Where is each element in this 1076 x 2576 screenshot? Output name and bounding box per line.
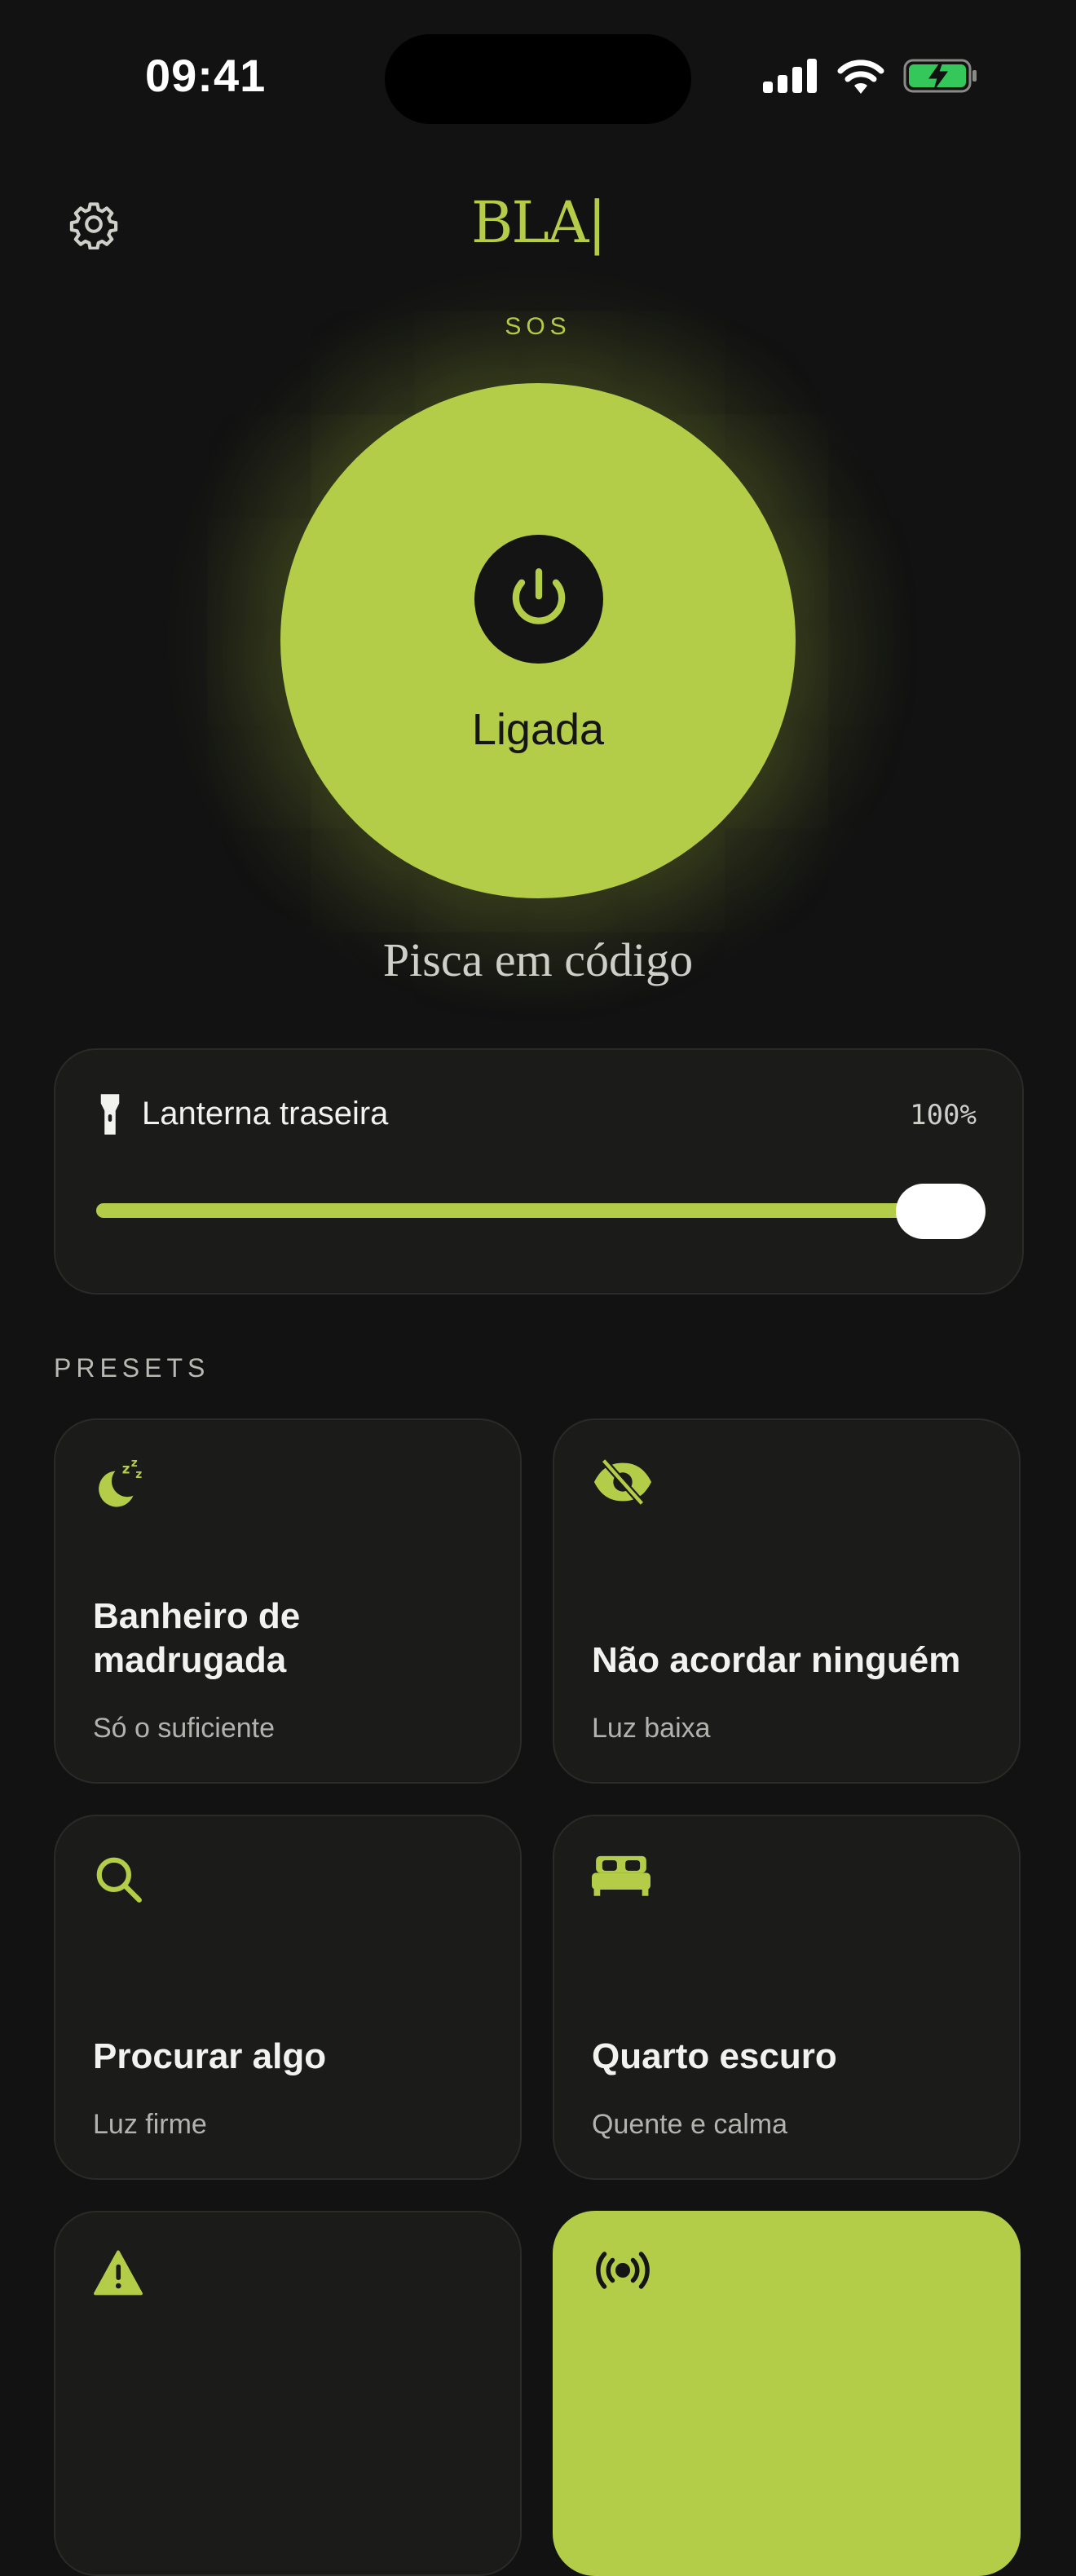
presets-section-title: PRESETS	[54, 1353, 210, 1383]
power-state-label: Ligada	[471, 705, 605, 754]
brightness-slider-thumb[interactable]	[896, 1184, 986, 1239]
brightness-slider-track[interactable]	[96, 1203, 977, 1218]
eye-off-icon	[593, 1458, 652, 1506]
preset-subtitle: Luz baixa	[592, 1713, 711, 1744]
preset-subtitle: Só o suficiente	[93, 1713, 276, 1744]
status-icons	[763, 57, 978, 95]
preset-card[interactable]: Não acordar ninguém Luz baixa	[553, 1418, 1021, 1784]
battery-charging-icon	[903, 59, 977, 93]
flashlight-icon	[100, 1094, 120, 1135]
status-time: 09:41	[145, 50, 267, 101]
preset-card[interactable]	[54, 2211, 522, 2576]
preset-card[interactable]: Quarto escuro Quente e calma	[553, 1815, 1021, 2180]
preset-title: Não acordar ninguém	[592, 1640, 961, 1680]
preset-subtitle: Luz firme	[93, 2109, 207, 2140]
svg-text:z: z	[135, 1468, 142, 1481]
mode-label[interactable]: Pisca em código	[0, 933, 1076, 987]
broadcast-icon	[596, 2252, 650, 2289]
dynamic-island	[385, 34, 691, 124]
wifi-icon	[837, 60, 884, 94]
flashlight-percentage: 100%	[910, 1099, 977, 1131]
preset-card-active[interactable]	[553, 2211, 1021, 2576]
svg-text:z: z	[122, 1461, 130, 1476]
preset-subtitle: Quente e calma	[592, 2109, 788, 2140]
bed-icon	[592, 1855, 650, 1896]
moon-sleep-icon: z z z	[99, 1458, 142, 1507]
preset-card[interactable]: z z z Banheiro de madrugada Só o suficie…	[54, 1418, 522, 1784]
preset-title: Procurar algo	[93, 2036, 327, 2076]
flashlight-card	[54, 1048, 1024, 1295]
preset-title: Quarto escuro	[592, 2036, 837, 2076]
cellular-signal-icon	[763, 59, 817, 93]
preset-card[interactable]: Procurar algo Luz firme	[54, 1815, 522, 2180]
power-icon	[512, 568, 566, 624]
warning-icon	[94, 2250, 143, 2296]
search-icon	[96, 1857, 142, 1903]
power-icon-container	[474, 535, 603, 664]
preset-title: Banheiro de madrugada	[93, 1596, 301, 1680]
flashlight-title: Lanterna traseira	[142, 1096, 389, 1131]
